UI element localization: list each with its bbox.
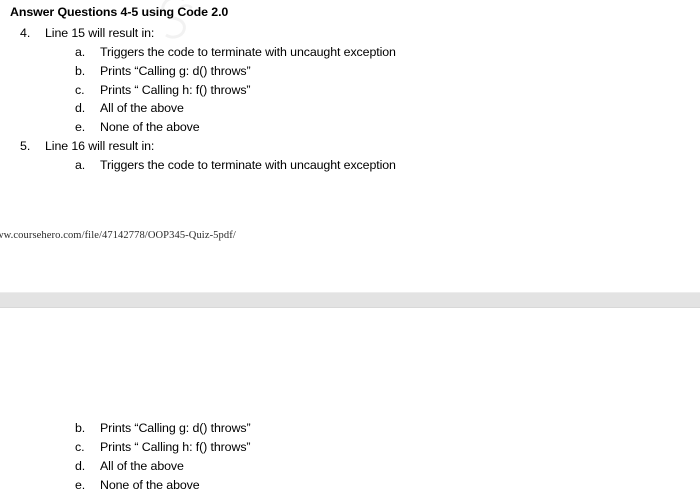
question-marker-4: 4. [20,26,31,40]
option-marker-4a: a. [75,45,86,59]
page-title: Answer Questions 4-5 using Code 2.0 [10,5,229,19]
option-marker-next-b: b. [75,421,86,435]
option-marker-next-d: d. [75,459,86,473]
option-marker-4d: d. [75,101,86,115]
option-text-4b: Prints “Calling g: d() throws” [100,64,251,78]
option-text-4c: Prints “ Calling h: f() throws” [100,83,251,97]
option-marker-next-c: c. [75,440,85,454]
option-marker-4c: c. [75,83,85,97]
document-page-top: Answer Questions 4-5 using Code 2.0 4. L… [0,0,700,292]
option-text-4e: None of the above [100,120,200,134]
option-text-5a: Triggers the code to terminate with unca… [100,158,396,172]
separator-edge-top [0,292,700,293]
option-marker-next-e: e. [75,478,86,492]
option-text-4a: Triggers the code to terminate with unca… [100,45,396,59]
question-text-4: Line 15 will result in: [45,26,155,40]
option-text-next-e: None of the above [100,478,200,492]
question-marker-5: 5. [20,139,31,153]
question-text-5: Line 16 will result in: [45,139,155,153]
option-marker-4e: e. [75,120,86,134]
option-text-next-d: All of the above [100,459,184,473]
page-separator [0,292,700,308]
source-url-text: ww.coursehero.com/file/47142778/OOP345-Q… [0,230,236,241]
option-text-4d: All of the above [100,101,184,115]
option-marker-4b: b. [75,64,86,78]
document-viewer: Answer Questions 4-5 using Code 2.0 4. L… [0,0,700,501]
document-page-bottom: b. Prints “Calling g: d() throws” c. Pri… [0,308,700,501]
option-marker-5a: a. [75,158,86,172]
option-text-next-c: Prints “ Calling h: f() throws” [100,440,251,454]
option-text-next-b: Prints “Calling g: d() throws” [100,421,251,435]
